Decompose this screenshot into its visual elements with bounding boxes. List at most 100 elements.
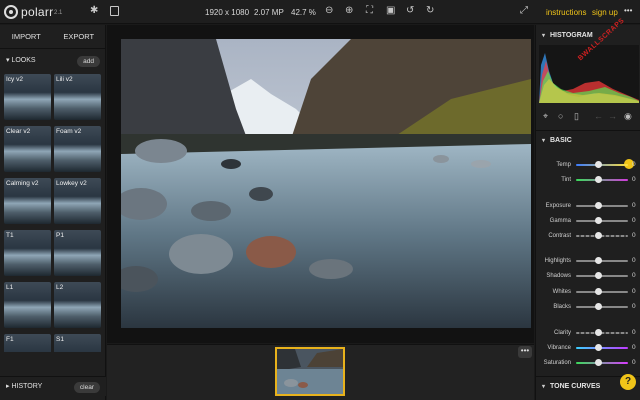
vibrance-slider[interactable]: Vibrance 0 (536, 342, 640, 354)
histogram-section-header[interactable]: ▾ HISTOGRAM (536, 26, 640, 46)
tint-slider[interactable]: Tint 0 (536, 174, 640, 186)
look-thumbnail[interactable]: Clear v2 (4, 126, 51, 172)
eye-icon[interactable]: ◉ (624, 111, 632, 122)
vibrance-track[interactable] (576, 347, 628, 349)
slider-value: 0 (632, 176, 636, 183)
basic-title: BASIC (550, 137, 572, 144)
look-label: Calming v2 (6, 180, 39, 187)
compare-icon[interactable]: ▯ (574, 111, 579, 122)
look-thumbnail[interactable]: T1 (4, 230, 51, 276)
highlights-track[interactable] (576, 260, 628, 262)
shadows-slider[interactable]: Shadows 0 (536, 270, 640, 282)
history-section-header[interactable]: ▸ HISTORY clear (0, 376, 106, 396)
slider-value: 0 (632, 161, 636, 168)
tint-track[interactable] (576, 179, 628, 181)
instructions-link[interactable]: instructions (546, 8, 586, 17)
looks-section-header[interactable]: ▾ LOOKS add (0, 51, 106, 71)
crop-icon[interactable]: ⌖ (543, 111, 548, 122)
look-thumbnail[interactable]: Foam v2 (54, 126, 101, 172)
panel-toggle-icon[interactable] (110, 6, 119, 16)
temp-knob[interactable] (595, 161, 602, 168)
highlights-slider[interactable]: Highlights 0 (536, 255, 640, 267)
saturation-track[interactable] (576, 362, 628, 364)
saturation-knob[interactable] (595, 359, 602, 366)
whites-knob[interactable] (595, 288, 602, 295)
clarity-knob[interactable] (595, 329, 602, 336)
contrast-slider[interactable]: Contrast 0 (536, 230, 640, 242)
look-thumbnail[interactable]: L1 (4, 282, 51, 328)
clear-history-button[interactable]: clear (73, 382, 100, 393)
blacks-track[interactable] (576, 306, 628, 308)
add-look-button[interactable]: add (77, 56, 100, 67)
slider-label: Tint (561, 177, 571, 183)
previous-icon[interactable]: ← (594, 111, 603, 121)
slider-label: Clarity (553, 330, 571, 336)
bug-icon[interactable]: ✱ (90, 6, 98, 16)
look-thumbnail[interactable]: Lowkey v2 (54, 178, 101, 224)
exposure-slider[interactable]: Exposure 0 (536, 200, 640, 212)
redo-icon[interactable]: ↻ (426, 6, 434, 16)
slider-label: Temp (556, 162, 571, 168)
look-thumbnail[interactable]: S1 (54, 334, 101, 352)
look-thumbnail[interactable]: L2 (54, 282, 101, 328)
blacks-slider[interactable]: Blacks 0 (536, 301, 640, 313)
export-button[interactable]: EXPORT (53, 25, 106, 48)
slider-label: Saturation (543, 360, 571, 366)
look-label: Clear v2 (6, 128, 31, 135)
more-menu-icon[interactable]: ••• (624, 6, 632, 15)
exposure-track[interactable] (576, 205, 628, 207)
slider-value: 0 (632, 288, 636, 295)
look-label: Icy v2 (6, 76, 23, 83)
temp-slider[interactable]: Temp 0 (536, 159, 640, 171)
temp-track[interactable] (576, 164, 628, 166)
look-thumbnail[interactable]: F1 (4, 334, 51, 352)
slider-value: 0 (632, 329, 636, 336)
gamma-knob[interactable] (595, 217, 602, 224)
help-button[interactable]: ? (620, 374, 636, 390)
tint-knob[interactable] (595, 176, 602, 183)
look-label: Lowkey v2 (56, 180, 87, 187)
look-thumbnail[interactable]: P1 (54, 230, 101, 276)
vibrance-knob[interactable] (595, 344, 602, 351)
blacks-knob[interactable] (595, 303, 602, 310)
slider-value: 0 (632, 232, 636, 239)
next-icon[interactable]: → (608, 111, 617, 121)
shadows-knob[interactable] (595, 272, 602, 279)
megapixels-text: 2.07 MP (254, 8, 284, 17)
gamma-track[interactable] (576, 220, 628, 222)
slider-value: 0 (632, 303, 636, 310)
actual-size-icon[interactable]: ▣ (386, 6, 395, 16)
filmstrip-thumbnail[interactable] (275, 347, 345, 396)
contrast-knob[interactable] (595, 232, 602, 239)
slider-label: Blacks (553, 304, 571, 310)
slider-label: Exposure (545, 203, 571, 209)
gamma-slider[interactable]: Gamma 0 (536, 215, 640, 227)
slider-label: Vibrance (547, 345, 571, 351)
shadows-track[interactable] (576, 275, 628, 277)
filmstrip-more-button[interactable]: ••• (518, 346, 532, 358)
signup-link[interactable]: sign up (592, 8, 618, 17)
zoom-in-icon[interactable]: ⊕ (345, 6, 353, 16)
photo-preview[interactable] (121, 39, 531, 328)
look-thumbnail[interactable]: Lili v2 (54, 74, 101, 120)
look-thumbnail[interactable]: Calming v2 (4, 178, 51, 224)
thumbnail-image (277, 349, 343, 394)
fit-screen-icon[interactable]: ⛶ (366, 6, 373, 16)
circle-mask-icon[interactable]: ○ (558, 111, 563, 121)
contrast-track[interactable] (576, 235, 628, 237)
basic-section-header[interactable]: ▾ BASIC (536, 130, 640, 150)
zoom-level: 42.7 % (291, 8, 316, 17)
look-thumbnail[interactable]: Icy v2 (4, 74, 51, 120)
undo-icon[interactable]: ↺ (406, 6, 414, 16)
clarity-slider[interactable]: Clarity 0 (536, 327, 640, 339)
looks-caret-icon: ▾ (6, 57, 10, 64)
exposure-knob[interactable] (595, 202, 602, 209)
fullscreen-icon[interactable]: ⤢ (520, 6, 528, 16)
saturation-slider[interactable]: Saturation 0 (536, 357, 640, 369)
import-button[interactable]: IMPORT (0, 25, 53, 48)
zoom-out-icon[interactable]: ⊖ (325, 6, 333, 16)
whites-slider[interactable]: Whites 0 (536, 286, 640, 298)
whites-track[interactable] (576, 291, 628, 293)
clarity-track[interactable] (576, 332, 628, 334)
highlights-knob[interactable] (595, 257, 602, 264)
